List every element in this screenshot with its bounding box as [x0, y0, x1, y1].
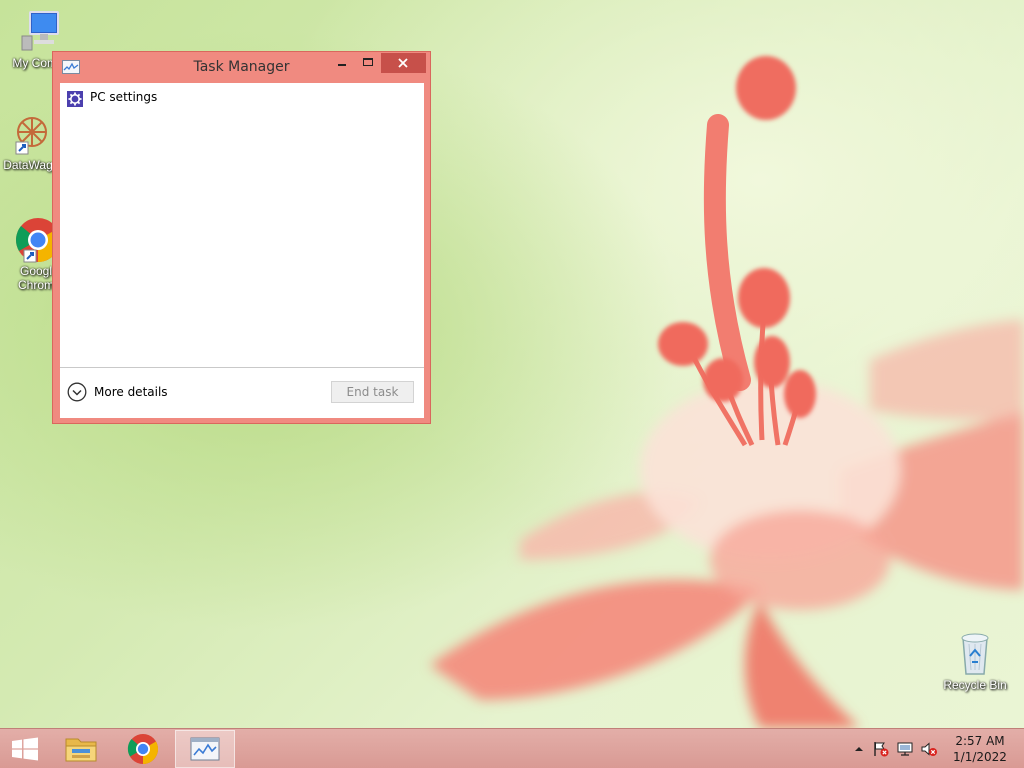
system-tray	[846, 729, 956, 768]
task-manager-window: Task Manager PC settings More details En…	[52, 51, 431, 424]
start-button[interactable]	[0, 729, 50, 768]
chevron-down-icon	[67, 382, 87, 402]
computer-icon	[21, 11, 59, 51]
app-list: PC settings	[60, 83, 424, 367]
clock-time: 2:57 AM	[955, 734, 1005, 748]
datawag-icon	[15, 117, 47, 155]
start-icon	[12, 737, 38, 761]
minimize-icon	[338, 64, 346, 66]
maximize-button[interactable]	[355, 53, 381, 73]
clock-date: 1/1/2022	[953, 750, 1007, 764]
taskbar: 2:57 AM 1/1/2022	[0, 728, 1024, 768]
desktop-icon-recycle-bin[interactable]: Recycle Bin	[937, 630, 1013, 692]
title-bar[interactable]: Task Manager	[53, 52, 430, 82]
gear-icon	[67, 91, 83, 107]
taskbar-clock[interactable]: 2:57 AM 1/1/2022	[950, 733, 1010, 765]
taskbar-file-explorer[interactable]	[56, 729, 106, 768]
end-task-button[interactable]: End task	[331, 381, 414, 403]
close-icon	[398, 58, 408, 68]
desktop-icon-label: Recycle Bin	[943, 678, 1007, 692]
task-manager-icon	[190, 737, 220, 761]
network-icon[interactable]	[896, 741, 914, 757]
recycle-bin-icon	[961, 633, 989, 675]
window-client-area: PC settings More details End task	[60, 83, 424, 418]
more-details-label: More details	[94, 385, 168, 399]
show-hidden-icons-chevron[interactable]	[850, 741, 868, 757]
window-footer: More details End task	[60, 367, 424, 418]
volume-muted-icon[interactable]	[920, 741, 938, 757]
list-item-pc-settings[interactable]: PC settings	[60, 87, 424, 109]
close-button[interactable]	[381, 53, 426, 73]
taskbar-task-manager[interactable]	[175, 730, 235, 768]
file-explorer-icon	[65, 738, 97, 762]
minimize-button[interactable]	[329, 53, 355, 73]
taskbar-chrome[interactable]	[118, 729, 168, 768]
action-center-flag-icon[interactable]	[872, 741, 890, 757]
app-name: PC settings	[90, 90, 158, 104]
chrome-icon	[127, 734, 159, 764]
maximize-icon	[363, 58, 373, 66]
